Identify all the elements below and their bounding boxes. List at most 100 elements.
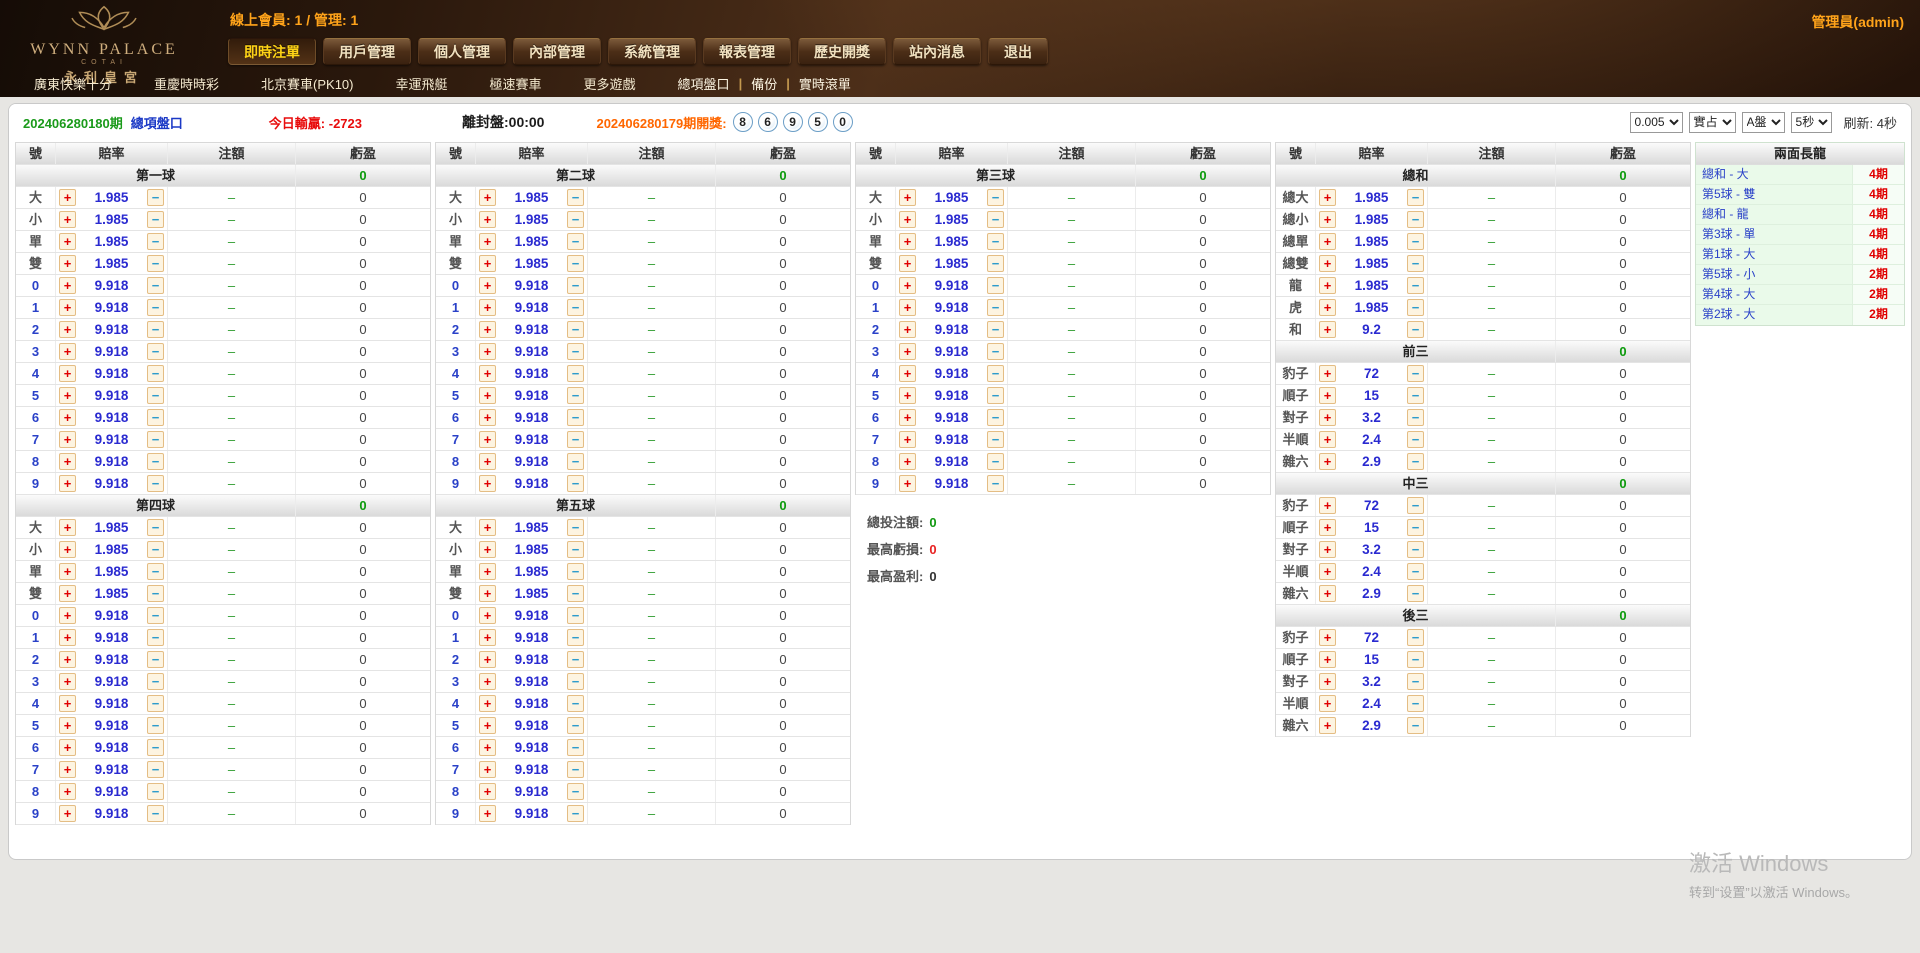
odds-decrease-button[interactable]: − bbox=[567, 387, 584, 404]
odds-increase-button[interactable]: + bbox=[59, 387, 76, 404]
odds-increase-button[interactable]: + bbox=[479, 563, 496, 580]
odds-increase-button[interactable]: + bbox=[59, 409, 76, 426]
odds-decrease-button[interactable]: − bbox=[1407, 497, 1424, 514]
odds-increase-button[interactable]: + bbox=[899, 387, 916, 404]
dragon-bet-link[interactable]: 第2球 - 大 bbox=[1696, 305, 1852, 325]
board-type-link[interactable]: 總項盤口 bbox=[131, 113, 183, 132]
odds-increase-button[interactable]: + bbox=[59, 585, 76, 602]
odds-increase-button[interactable]: + bbox=[479, 211, 496, 228]
odds-increase-button[interactable]: + bbox=[1319, 629, 1336, 646]
odds-decrease-button[interactable]: − bbox=[567, 255, 584, 272]
odds-decrease-button[interactable]: − bbox=[147, 563, 164, 580]
odds-decrease-button[interactable]: − bbox=[987, 387, 1004, 404]
odds-decrease-button[interactable]: − bbox=[567, 519, 584, 536]
odds-increase-button[interactable]: + bbox=[59, 563, 76, 580]
nav-tab-7[interactable]: 站內消息 bbox=[893, 38, 981, 65]
odds-decrease-button[interactable]: − bbox=[147, 761, 164, 778]
odds-increase-button[interactable]: + bbox=[899, 365, 916, 382]
odds-increase-button[interactable]: + bbox=[899, 475, 916, 492]
odds-decrease-button[interactable]: − bbox=[567, 585, 584, 602]
odds-decrease-button[interactable]: − bbox=[147, 299, 164, 316]
odds-decrease-button[interactable]: − bbox=[987, 233, 1004, 250]
odds-increase-button[interactable]: + bbox=[899, 277, 916, 294]
odds-increase-button[interactable]: + bbox=[479, 343, 496, 360]
odds-decrease-button[interactable]: − bbox=[1407, 585, 1424, 602]
odds-increase-button[interactable]: + bbox=[59, 211, 76, 228]
odds-decrease-button[interactable]: − bbox=[567, 541, 584, 558]
odds-increase-button[interactable]: + bbox=[479, 739, 496, 756]
odds-decrease-button[interactable]: − bbox=[147, 453, 164, 470]
odds-decrease-button[interactable]: − bbox=[567, 189, 584, 206]
odds-increase-button[interactable]: + bbox=[479, 321, 496, 338]
dragon-bet-link[interactable]: 第4球 - 大 bbox=[1696, 285, 1852, 304]
odds-decrease-button[interactable]: − bbox=[147, 365, 164, 382]
odds-decrease-button[interactable]: − bbox=[567, 695, 584, 712]
odds-increase-button[interactable]: + bbox=[59, 431, 76, 448]
odds-decrease-button[interactable]: − bbox=[1407, 453, 1424, 470]
odds-decrease-button[interactable]: − bbox=[567, 651, 584, 668]
odds-increase-button[interactable]: + bbox=[59, 299, 76, 316]
odds-increase-button[interactable]: + bbox=[479, 277, 496, 294]
odds-increase-button[interactable]: + bbox=[1319, 277, 1336, 294]
odds-decrease-button[interactable]: − bbox=[567, 299, 584, 316]
odds-decrease-button[interactable]: − bbox=[1407, 321, 1424, 338]
odds-decrease-button[interactable]: − bbox=[567, 739, 584, 756]
odds-decrease-button[interactable]: − bbox=[147, 629, 164, 646]
odds-decrease-button[interactable]: − bbox=[1407, 519, 1424, 536]
odds-decrease-button[interactable]: − bbox=[147, 717, 164, 734]
nav-tab-8[interactable]: 退出 bbox=[988, 38, 1048, 65]
odds-decrease-button[interactable]: − bbox=[1407, 717, 1424, 734]
odds-increase-button[interactable]: + bbox=[1319, 673, 1336, 690]
odds-increase-button[interactable]: + bbox=[1319, 321, 1336, 338]
odds-decrease-button[interactable]: − bbox=[1407, 189, 1424, 206]
odds-decrease-button[interactable]: − bbox=[147, 387, 164, 404]
odds-increase-button[interactable]: + bbox=[479, 519, 496, 536]
odds-decrease-button[interactable]: − bbox=[1407, 651, 1424, 668]
odds-decrease-button[interactable]: − bbox=[147, 783, 164, 800]
odds-increase-button[interactable]: + bbox=[59, 189, 76, 206]
odds-decrease-button[interactable]: − bbox=[1407, 233, 1424, 250]
odds-decrease-button[interactable]: − bbox=[987, 475, 1004, 492]
board-link-0[interactable]: 總項盤口 bbox=[678, 74, 730, 93]
odds-decrease-button[interactable]: − bbox=[1407, 277, 1424, 294]
odds-decrease-button[interactable]: − bbox=[1407, 387, 1424, 404]
odds-increase-button[interactable]: + bbox=[1319, 387, 1336, 404]
game-link-4[interactable]: 極速賽車 bbox=[490, 74, 542, 93]
odds-decrease-button[interactable]: − bbox=[1407, 563, 1424, 580]
odds-decrease-button[interactable]: − bbox=[1407, 409, 1424, 426]
odds-increase-button[interactable]: + bbox=[59, 321, 76, 338]
odds-increase-button[interactable]: + bbox=[59, 255, 76, 272]
odds-increase-button[interactable]: + bbox=[59, 607, 76, 624]
odds-decrease-button[interactable]: − bbox=[1407, 695, 1424, 712]
odds-decrease-button[interactable]: − bbox=[567, 321, 584, 338]
odds-increase-button[interactable]: + bbox=[59, 695, 76, 712]
setting-select-1[interactable]: 實占 bbox=[1689, 112, 1736, 133]
odds-decrease-button[interactable]: − bbox=[147, 211, 164, 228]
odds-decrease-button[interactable]: − bbox=[147, 343, 164, 360]
dragon-bet-link[interactable]: 總和 - 大 bbox=[1696, 165, 1852, 184]
odds-increase-button[interactable]: + bbox=[1319, 211, 1336, 228]
odds-increase-button[interactable]: + bbox=[479, 453, 496, 470]
odds-increase-button[interactable]: + bbox=[479, 673, 496, 690]
odds-decrease-button[interactable]: − bbox=[567, 563, 584, 580]
game-link-5[interactable]: 更多遊戲 bbox=[584, 74, 636, 93]
nav-tab-6[interactable]: 歷史開獎 bbox=[798, 38, 886, 65]
odds-increase-button[interactable]: + bbox=[59, 343, 76, 360]
odds-increase-button[interactable]: + bbox=[1319, 541, 1336, 558]
odds-decrease-button[interactable]: − bbox=[987, 277, 1004, 294]
odds-decrease-button[interactable]: − bbox=[987, 365, 1004, 382]
odds-increase-button[interactable]: + bbox=[59, 475, 76, 492]
odds-increase-button[interactable]: + bbox=[479, 299, 496, 316]
dragon-bet-link[interactable]: 第1球 - 大 bbox=[1696, 245, 1852, 264]
odds-decrease-button[interactable]: − bbox=[567, 365, 584, 382]
odds-increase-button[interactable]: + bbox=[479, 761, 496, 778]
odds-decrease-button[interactable]: − bbox=[567, 475, 584, 492]
odds-increase-button[interactable]: + bbox=[899, 233, 916, 250]
odds-decrease-button[interactable]: − bbox=[1407, 629, 1424, 646]
odds-decrease-button[interactable]: − bbox=[147, 255, 164, 272]
odds-decrease-button[interactable]: − bbox=[147, 651, 164, 668]
odds-decrease-button[interactable]: − bbox=[567, 607, 584, 624]
odds-decrease-button[interactable]: − bbox=[147, 189, 164, 206]
odds-decrease-button[interactable]: − bbox=[987, 211, 1004, 228]
odds-decrease-button[interactable]: − bbox=[147, 739, 164, 756]
